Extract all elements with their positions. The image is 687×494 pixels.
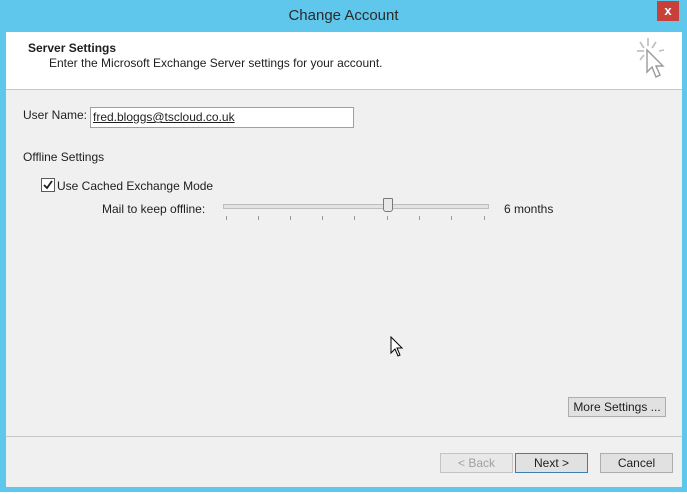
username-value: fred.bloggs@tscloud.co.uk [93,110,235,124]
footer-divider [6,436,682,437]
mouse-pointer-icon [390,336,404,357]
mail-offline-label: Mail to keep offline: [102,202,206,216]
mail-offline-slider-thumb[interactable] [383,198,393,212]
back-button[interactable]: < Back [440,453,513,473]
slider-tick [354,216,355,220]
cursor-sparkle-icon [637,38,665,78]
username-label: User Name: [23,108,88,122]
slider-tick [322,216,323,220]
mail-offline-value: 6 months [504,202,554,216]
cancel-button[interactable]: Cancel [600,453,673,473]
username-field[interactable]: fred.bloggs@tscloud.co.uk [90,107,354,128]
slider-tick [387,216,388,220]
header-band: Server Settings Enter the Microsoft Exch… [6,32,682,90]
close-button[interactable]: x [657,1,679,21]
dialog-body: Server Settings Enter the Microsoft Exch… [6,32,682,487]
page-subtitle: Enter the Microsoft Exchange Server sett… [49,56,383,70]
slider-tick [419,216,420,220]
cached-mode-label[interactable]: Use Cached Exchange Mode [57,179,213,193]
window-title: Change Account [288,7,399,24]
cached-mode-checkbox[interactable] [41,178,55,192]
checkmark-icon [43,180,53,190]
slider-tick [484,216,485,220]
change-account-dialog: Change Account x Server Settings Enter t… [0,0,687,492]
mail-offline-slider-track[interactable] [223,204,489,209]
next-button[interactable]: Next > [515,453,588,473]
slider-tick [258,216,259,220]
page-title: Server Settings [28,41,117,55]
slider-tick [451,216,452,220]
offline-settings-heading: Offline Settings [23,150,105,164]
title-bar[interactable]: Change Account x [0,0,687,31]
slider-tick [290,216,291,220]
slider-tick [226,216,227,220]
more-settings-button[interactable]: More Settings ... [568,397,666,417]
